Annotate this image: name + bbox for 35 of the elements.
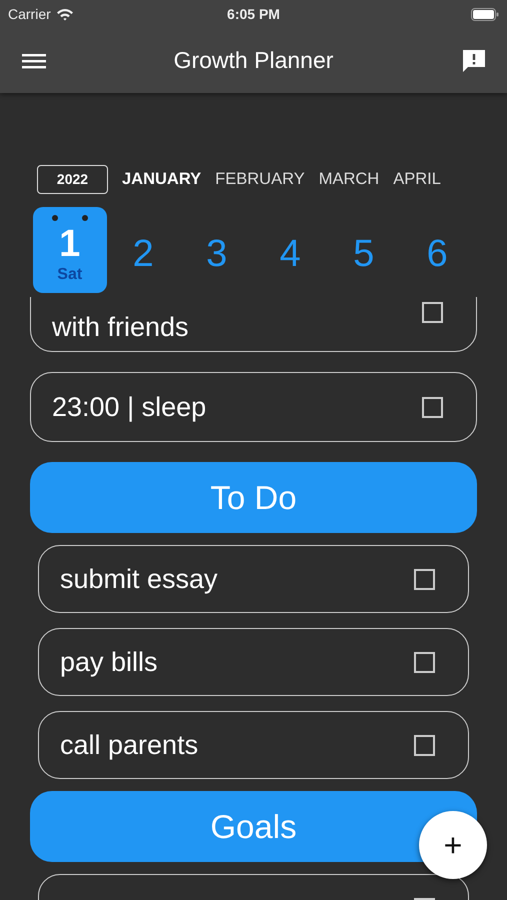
task-text: with friends (52, 312, 189, 343)
calendar-rings-icon (52, 215, 88, 221)
event-card[interactable]: with friends (30, 297, 477, 352)
menu-icon[interactable] (22, 52, 46, 70)
day-tab[interactable]: 4 (254, 207, 327, 293)
section-header: To Do (30, 462, 477, 533)
checkbox[interactable] (414, 652, 435, 672)
add-button[interactable]: + (419, 811, 487, 879)
day-tab[interactable]: 6 (400, 207, 474, 293)
battery-icon (471, 8, 499, 20)
day-tab[interactable]: 5 (327, 207, 400, 293)
checkbox[interactable] (414, 734, 435, 756)
month-tab[interactable]: FEBRUARY (215, 170, 305, 188)
year-button[interactable]: 2022 (37, 164, 108, 194)
task-text: call parents (60, 730, 198, 760)
task-card[interactable]: pay bills (38, 628, 469, 696)
day-tab[interactable]: 2 (106, 207, 180, 293)
feedback-icon[interactable] (461, 48, 487, 74)
task-text: 23:00 | sleep (52, 392, 206, 422)
month-tab[interactable]: MARCH (318, 170, 380, 188)
clock-time: 6:05 PM (227, 6, 280, 22)
carrier-label: Carrier (8, 6, 51, 22)
checkbox[interactable] (414, 568, 435, 590)
checkbox[interactable] (422, 396, 443, 418)
event-card[interactable]: 23:00 | sleep (30, 372, 477, 442)
task-text: submit essay (60, 564, 218, 594)
app-title: Growth Planner (174, 47, 334, 74)
day-tab[interactable]: 3 (180, 207, 254, 293)
task-card[interactable]: submit essay (38, 545, 469, 613)
task-text: pay bills (60, 646, 158, 678)
task-card[interactable]: call parents (38, 711, 469, 779)
checkbox[interactable] (422, 302, 443, 323)
wifi-icon (56, 8, 74, 20)
month-tab[interactable]: APRIL (393, 170, 441, 188)
month-tab[interactable]: JANUARY (122, 170, 202, 188)
